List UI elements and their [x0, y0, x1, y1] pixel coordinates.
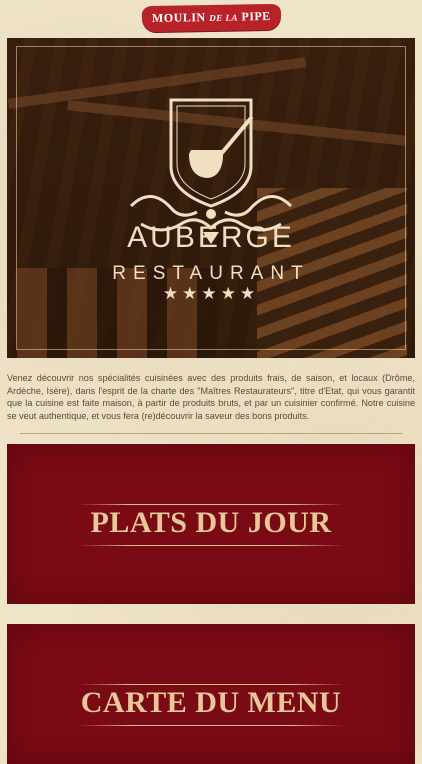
logo-word-de-la: DE LA	[208, 12, 238, 24]
card-rule-top	[77, 504, 345, 505]
carte-du-menu-label: CARTE DU MENU	[80, 686, 342, 719]
logo-word-pipe: PIPE	[240, 8, 271, 24]
plats-du-jour-label: PLATS DU JOUR	[90, 506, 332, 539]
header: MOULIN DE LA PIPE	[0, 0, 422, 36]
card-rule-bottom	[77, 725, 345, 726]
hero-title-auberge: AUBERGE	[127, 221, 295, 254]
moulin-de-la-pipe-logo[interactable]: MOULIN DE LA PIPE	[141, 3, 281, 33]
hero-banner: AUBERGE RESTAURANT ★★★★★	[7, 38, 415, 358]
card-rule-bottom	[77, 545, 345, 546]
hero-rating-stars: ★★★★★	[162, 284, 260, 303]
hero-subtitle-restaurant: RESTAURANT	[112, 263, 310, 284]
carte-du-menu-button[interactable]: CARTE DU MENU	[7, 624, 415, 764]
section-divider	[20, 433, 402, 434]
card-rule-top	[77, 684, 345, 685]
plats-du-jour-button[interactable]: PLATS DU JOUR	[7, 444, 415, 604]
intro-paragraph: Venez découvrir nos spécialités cuisinée…	[7, 373, 415, 421]
logo-word-moulin: MOULIN	[151, 10, 206, 26]
